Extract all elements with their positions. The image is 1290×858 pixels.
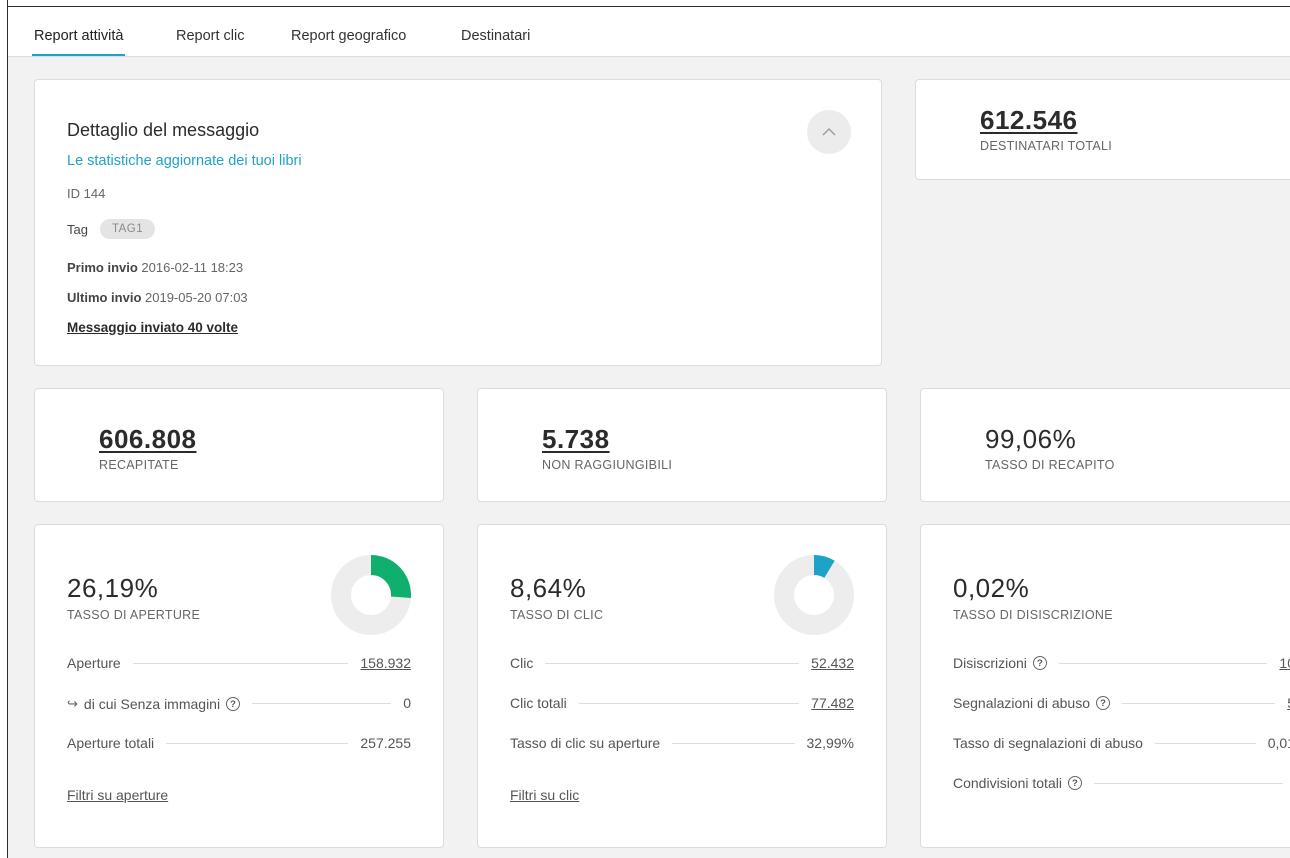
row-leader [1093, 783, 1283, 784]
total-shares-label-wrap: Condivisioni totali ? [953, 775, 1082, 791]
row-leader [166, 743, 349, 744]
total-opens-row: Aperture totali 257.255 [67, 735, 411, 775]
unsubscribes-value[interactable]: 10 [1279, 655, 1290, 671]
unreachable-label: NON RAGGIUNGIBILI [542, 458, 673, 472]
help-icon[interactable]: ? [1067, 776, 1082, 790]
delivery-rate-label: TASSO DI RECAPITO [985, 458, 1115, 472]
delivery-rate-card: 99,06% TASSO DI RECAPITO [920, 388, 1290, 502]
delivery-rate-value: 99,06% [985, 424, 1077, 454]
click-rate-label: TASSO DI CLIC [510, 608, 604, 622]
click-to-open-label: Tasso di clic su aperture [510, 735, 661, 751]
row-leader [1154, 743, 1256, 744]
total-clicks-row: Clic totali 77.482 [510, 695, 854, 735]
row-leader [545, 663, 800, 664]
delivered-value[interactable]: 606.808 [99, 424, 196, 455]
opens-row: Aperture 158.932 [67, 655, 411, 695]
tag-chip[interactable]: TAG1 [99, 219, 156, 239]
first-send-label: Primo invio [67, 260, 138, 275]
open-rate-donut [331, 555, 411, 635]
total-clicks-label: Clic totali [510, 695, 567, 711]
message-id: ID 144 [67, 186, 106, 201]
clicks-row-label: Clic [510, 655, 534, 671]
abuse-rate-row: Tasso di segnalazioni di abuso 0,01 [953, 735, 1290, 775]
tag-row: Tag TAG1 [67, 219, 156, 239]
row-leader [1122, 703, 1276, 704]
click-rate-value: 8,64% [510, 573, 587, 603]
help-icon[interactable]: ? [1096, 696, 1110, 710]
abuse-rate-value: 0,01 [1267, 735, 1290, 751]
unreachable-value[interactable]: 5.738 [542, 424, 672, 455]
help-icon[interactable]: ? [226, 697, 241, 711]
opens-no-images-label-wrap: ↪ di cui Senza immagini ? [67, 696, 241, 712]
sub-arrow-icon: ↪ [67, 696, 78, 711]
click-to-open-row: Tasso di clic su aperture 32,99% [510, 735, 854, 775]
row-leader [132, 663, 349, 664]
total-recipients-value[interactable]: 612.546 [980, 105, 1112, 136]
report-tabs: Report attività Report clic Report geogr… [8, 7, 1290, 57]
opens-no-images-value: 0 [403, 695, 411, 711]
report-content: Dettaglio del messaggio Le statistiche a… [8, 57, 1290, 858]
collapse-button[interactable] [807, 110, 851, 154]
open-rate-label: TASSO DI APERTURE [67, 608, 201, 622]
unsubscribes-label: Disiscrizioni [953, 655, 1027, 671]
click-to-open-value: 32,99% [806, 735, 854, 751]
click-filters-link[interactable]: Filtri su clic [510, 787, 579, 803]
clicks-row-value[interactable]: 52.432 [811, 655, 854, 671]
abuse-reports-label-wrap: Segnalazioni di abuso ? [953, 695, 1110, 711]
row-leader [672, 743, 795, 744]
abuse-reports-label: Segnalazioni di abuso [953, 695, 1090, 711]
abuse-reports-row: Segnalazioni di abuso ? 5 [953, 695, 1290, 735]
clicks-row: Clic 52.432 [510, 655, 854, 695]
chevron-up-icon [822, 128, 836, 136]
tab-destinatari[interactable]: Destinatari [461, 28, 530, 44]
open-rate-value: 26,19% [67, 573, 159, 603]
tab-report-geografico[interactable]: Report geografico [291, 28, 406, 44]
row-leader [252, 703, 392, 704]
delivered-card: 606.808 RECAPITATE [34, 388, 444, 502]
unsubscribe-rate-value: 0,02% [953, 573, 1030, 603]
opens-row-label: Aperture [67, 655, 121, 671]
row-leader [1058, 663, 1268, 664]
sent-count-link[interactable]: Messaggio inviato 40 volte [67, 320, 238, 335]
last-send-value: 2019-05-20 07:03 [145, 290, 248, 305]
total-shares-label: Condivisioni totali [953, 775, 1062, 791]
last-send: Ultimo invio 2019-05-20 07:03 [67, 290, 248, 305]
donut-segment [813, 555, 835, 579]
abuse-rate-label: Tasso di segnalazioni di abuso [953, 735, 1143, 751]
total-recipients-label: DESTINATARI TOTALI [980, 139, 1113, 153]
total-recipients-card: 612.546 DESTINATARI TOTALI [915, 79, 1290, 180]
total-opens-value: 257.255 [360, 735, 411, 751]
opens-card: 26,19% TASSO DI APERTURE Aperture 158.93… [34, 524, 444, 848]
total-clicks-value[interactable]: 77.482 [811, 695, 854, 711]
unsubscribes-label-wrap: Disiscrizioni ? [953, 655, 1047, 671]
message-subject: Le statistiche aggiornate dei tuoi libri [67, 153, 302, 169]
clicks-card: 8,64% TASSO DI CLIC Clic 52.432 Clic tot… [477, 524, 887, 848]
donut-track [774, 555, 854, 635]
tag-label: Tag [67, 221, 88, 237]
last-send-label: Ultimo invio [67, 290, 142, 305]
detail-title: Dettaglio del messaggio [67, 120, 260, 140]
unsubscribe-card: 0,02% TASSO DI DISISCRIZIONE Disiscrizio… [920, 524, 1290, 848]
unsubscribe-rate-label: TASSO DI DISISCRIZIONE [953, 608, 1113, 622]
first-send: Primo invio 2016-02-11 18:23 [67, 260, 243, 275]
tab-report-attivita[interactable]: Report attività [31, 28, 126, 56]
help-icon[interactable]: ? [1032, 656, 1047, 670]
unreachable-card: 5.738 NON RAGGIUNGIBILI [477, 388, 887, 502]
opens-no-images-label: di cui Senza immagini [83, 696, 221, 712]
total-shares-row: Condivisioni totali ? [953, 775, 1290, 815]
tab-report-clic[interactable]: Report clic [176, 28, 245, 44]
donut-segment [370, 555, 411, 598]
delivered-label: RECAPITATE [99, 458, 179, 472]
row-leader [578, 703, 800, 704]
opens-row-value[interactable]: 158.932 [360, 655, 411, 671]
open-filters-link[interactable]: Filtri su aperture [67, 787, 168, 803]
unsubscribes-row: Disiscrizioni ? 10 [953, 655, 1290, 695]
message-detail-card: Dettaglio del messaggio Le statistiche a… [34, 79, 882, 366]
opens-no-images-row: ↪ di cui Senza immagini ? 0 [67, 695, 411, 735]
click-rate-donut [774, 555, 854, 635]
first-send-value: 2016-02-11 18:23 [141, 260, 244, 275]
total-opens-label: Aperture totali [67, 735, 155, 751]
